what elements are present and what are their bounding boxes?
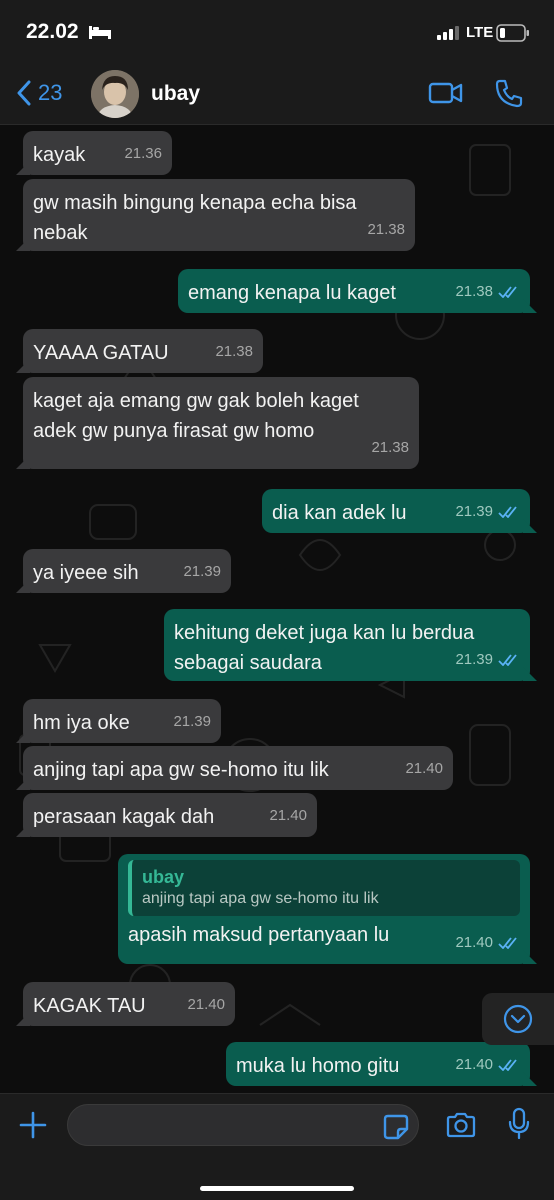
message-incoming[interactable]: perasaan kagak dah 21.40 xyxy=(16,793,317,837)
message-incoming[interactable]: hm iya oke 21.39 xyxy=(16,699,221,743)
quoted-text: anjing tapi apa gw se-homo itu lik xyxy=(142,890,379,907)
contact-name[interactable]: ubay xyxy=(151,82,200,106)
read-receipt-icon xyxy=(498,654,517,666)
camera-icon[interactable] xyxy=(445,1111,477,1139)
message-time: 21.40 xyxy=(455,928,520,958)
message-incoming[interactable]: KAGAK TAU 21.40 xyxy=(16,982,235,1026)
status-time: 22.02 xyxy=(26,20,79,43)
scroll-to-bottom-button[interactable] xyxy=(482,993,554,1045)
phone-call-icon[interactable] xyxy=(494,78,524,108)
message-text: kaget aja emang gw gak boleh kaget adek … xyxy=(33,390,359,442)
message-incoming[interactable]: YAAAA GATAU 21.38 xyxy=(16,329,263,373)
message-time: 21.39 xyxy=(183,563,221,580)
home-indicator xyxy=(200,1186,354,1191)
signal-icon xyxy=(437,26,459,40)
message-time: 21.40 xyxy=(269,807,307,824)
read-receipt-icon xyxy=(498,937,517,949)
video-call-icon[interactable] xyxy=(428,80,464,106)
message-time: 21.40 xyxy=(187,996,225,1013)
message-incoming[interactable]: anjing tapi apa gw se-homo itu lik 21.40 xyxy=(16,746,453,790)
message-incoming[interactable]: kayak 21.36 xyxy=(16,131,172,175)
message-text: gw masih bingung kenapa echa bisa nebak xyxy=(33,192,357,244)
message-incoming[interactable]: gw masih bingung kenapa echa bisa nebak … xyxy=(16,179,415,251)
message-composer xyxy=(0,1093,554,1200)
message-time: 21.40 xyxy=(405,760,443,777)
chevron-down-icon xyxy=(503,1004,533,1034)
message-incoming[interactable]: kaget aja emang gw gak boleh kaget adek … xyxy=(16,377,419,469)
chevron-left-icon xyxy=(17,80,31,106)
message-time: 21.38 xyxy=(215,343,253,360)
message-incoming[interactable]: ya iyeee sih 21.39 xyxy=(16,549,231,593)
message-text: anjing tapi apa gw se-homo itu lik xyxy=(33,759,329,781)
message-time: 21.39 xyxy=(173,713,211,730)
bed-icon xyxy=(89,26,111,39)
avatar[interactable] xyxy=(91,70,139,118)
microphone-icon[interactable] xyxy=(507,1107,531,1141)
plus-icon[interactable] xyxy=(18,1110,48,1140)
network-type: LTE xyxy=(466,24,494,41)
message-time: 21.38 xyxy=(367,221,405,238)
message-outgoing[interactable]: dia kan adek lu 21.39 xyxy=(262,489,537,533)
quoted-message[interactable]: ubay anjing tapi apa gw se-homo itu lik xyxy=(128,860,520,916)
status-bar: 22.02 LTE xyxy=(0,0,554,62)
sticker-icon[interactable] xyxy=(383,1114,409,1140)
message-outgoing-reply[interactable]: ubay anjing tapi apa gw se-homo itu lik … xyxy=(118,854,537,964)
read-receipt-icon xyxy=(498,506,517,518)
avatar-photo xyxy=(91,70,139,118)
unread-count: 23 xyxy=(38,80,63,105)
battery-icon xyxy=(496,24,529,42)
message-input-box[interactable] xyxy=(67,1104,419,1146)
back-button[interactable]: 23 xyxy=(16,80,62,106)
read-receipt-icon xyxy=(498,286,517,298)
chat-area[interactable]: kayak 21.36 gw masih bingung kenapa echa… xyxy=(0,125,554,1093)
chat-header: 23 ubay xyxy=(0,62,554,125)
message-time: 21.39 xyxy=(455,645,520,675)
message-time: 21.38 xyxy=(371,439,409,456)
message-outgoing[interactable]: emang kenapa lu kaget 21.38 xyxy=(178,269,537,313)
message-outgoing[interactable]: muka lu homo gitu 21.40 xyxy=(226,1042,537,1086)
message-text: perasaan kagak dah xyxy=(33,806,215,828)
message-time: 21.40 xyxy=(455,1050,520,1080)
quoted-sender: ubay xyxy=(142,867,185,887)
message-input[interactable] xyxy=(68,1105,384,1145)
message-outgoing[interactable]: kehitung deket juga kan lu berdua sebaga… xyxy=(164,609,537,681)
message-time: 21.38 xyxy=(455,277,520,307)
read-receipt-icon xyxy=(498,1059,517,1071)
message-time: 21.36 xyxy=(124,145,162,162)
message-time: 21.39 xyxy=(455,497,520,527)
